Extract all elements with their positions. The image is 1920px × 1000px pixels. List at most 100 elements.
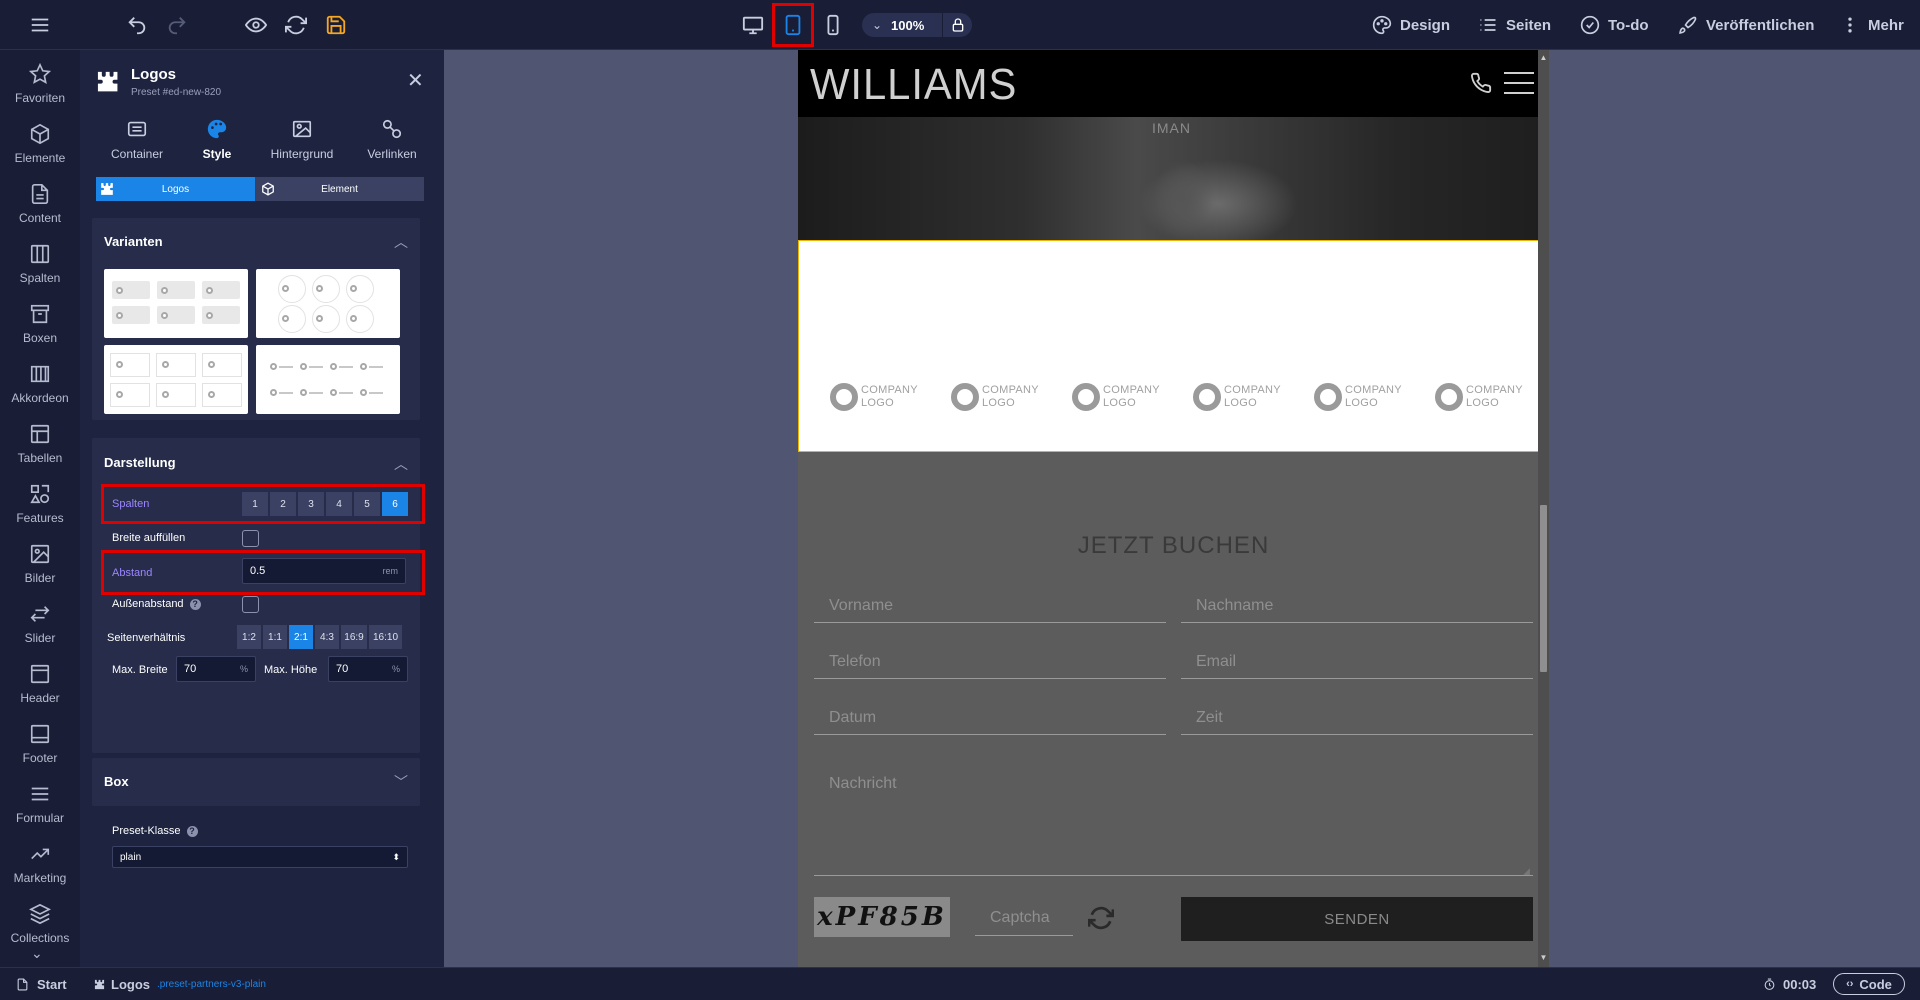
aspect-option-16-9[interactable]: 16:9	[341, 625, 367, 649]
variant-bordered[interactable]	[104, 345, 248, 414]
rail-item-formular[interactable]: Formular	[0, 777, 80, 837]
phone-icon[interactable]	[1470, 72, 1492, 94]
tab-hintergrund[interactable]: Hintergrund	[252, 118, 352, 161]
variant-circles[interactable]	[256, 269, 400, 338]
variant-grid-boxes[interactable]	[104, 269, 248, 338]
redo-icon[interactable]	[162, 0, 192, 50]
desktop-view-icon[interactable]	[738, 0, 768, 50]
design-menu[interactable]: Design	[1372, 0, 1450, 50]
max-width-input[interactable]: 70 %	[176, 656, 256, 682]
columns-option-2[interactable]: 2	[270, 492, 296, 516]
more-menu[interactable]: Mehr	[1840, 0, 1904, 50]
columns-label: Spalten	[112, 498, 150, 510]
chevron-up-icon[interactable]: ︿	[394, 232, 408, 252]
columns-option-1[interactable]: 1	[242, 492, 268, 516]
scroll-up-icon[interactable]: ▲	[1538, 53, 1549, 62]
tab-verlinken[interactable]: Verlinken	[352, 118, 432, 161]
rail-item-tabellen[interactable]: Tabellen	[0, 417, 80, 477]
mobile-view-icon[interactable]	[818, 0, 848, 50]
company-logo-6[interactable]: COMPANY LOGO	[1435, 382, 1530, 412]
save-icon[interactable]	[321, 0, 351, 50]
spacing-input[interactable]: 0.5 rem	[242, 558, 406, 584]
menu-icon[interactable]	[25, 0, 55, 50]
page-icon	[17, 978, 28, 991]
rail-item-boxen[interactable]: Boxen	[0, 297, 80, 357]
message-textarea[interactable]: Nachricht	[814, 758, 1533, 876]
breadcrumb-start[interactable]: Start	[37, 977, 67, 992]
pages-menu[interactable]: Seiten	[1478, 0, 1551, 50]
close-icon[interactable]: ✕	[407, 68, 424, 93]
preview-scrollbar-track[interactable]: ▲ ▼	[1538, 50, 1549, 967]
cube-icon	[30, 123, 50, 145]
segment-logos[interactable]: Logos	[96, 177, 255, 201]
archive-box-icon	[30, 304, 50, 324]
site-brand[interactable]: WILLIAMS	[810, 60, 1017, 110]
company-logo-1[interactable]: COMPANY LOGO	[830, 382, 925, 412]
rail-item-spalten[interactable]: Spalten	[0, 237, 80, 297]
scroll-down-icon[interactable]: ▼	[1538, 953, 1549, 962]
rail-item-slider[interactable]: Slider	[0, 597, 80, 657]
code-button[interactable]: ‹› Code	[1833, 973, 1905, 995]
columns-option-4[interactable]: 4	[326, 492, 352, 516]
logos-section[interactable]	[798, 240, 1549, 452]
company-logo-4[interactable]: COMPANY LOGO	[1193, 382, 1288, 412]
refresh-captcha-icon[interactable]	[1088, 905, 1114, 931]
company-logo-5[interactable]: COMPANY LOGO	[1314, 382, 1409, 412]
aspect-option-1-1[interactable]: 1:1	[263, 625, 287, 649]
company-logo-2[interactable]: COMPANY LOGO	[951, 382, 1046, 412]
preview-eye-icon[interactable]	[241, 0, 271, 50]
rail-item-header[interactable]: Header	[0, 657, 80, 717]
rail-item-features[interactable]: Features	[0, 477, 80, 537]
date-input[interactable]: Datum	[814, 701, 1166, 735]
resize-handle-icon[interactable]: ◢	[1523, 866, 1530, 877]
todo-menu[interactable]: To-do	[1580, 0, 1649, 50]
preset-class-select[interactable]: plain ⬍	[112, 846, 408, 868]
lastname-input[interactable]: Nachname	[1181, 589, 1533, 623]
status-bar: Start Logos .preset-partners-v3-plain 00…	[0, 967, 1920, 1000]
segment-element[interactable]: Element	[255, 177, 424, 201]
rail-item-akkordeon[interactable]: Akkordeon	[0, 357, 80, 417]
submit-button[interactable]: SENDEN	[1181, 897, 1533, 941]
breadcrumb-logos[interactable]: Logos	[111, 977, 150, 992]
tab-style[interactable]: Style	[182, 118, 252, 161]
rail-item-footer[interactable]: Footer	[0, 717, 80, 777]
tab-container[interactable]: Container	[102, 118, 172, 161]
variant-plain[interactable]	[256, 345, 400, 414]
outer-spacing-checkbox[interactable]	[242, 596, 259, 613]
company-logo-3[interactable]: COMPANY LOGO	[1072, 382, 1167, 412]
rail-item-marketing[interactable]: Marketing	[0, 837, 80, 897]
publish-menu[interactable]: Veröffentlichen	[1678, 0, 1814, 50]
rail-item-favoriten[interactable]: Favoriten	[0, 57, 80, 117]
aspect-option-1-2[interactable]: 1:2	[237, 625, 261, 649]
firstname-input[interactable]: Vorname	[814, 589, 1166, 623]
rail-item-content[interactable]: Content	[0, 177, 80, 237]
columns-option-3[interactable]: 3	[298, 492, 324, 516]
columns-option-6[interactable]: 6	[382, 492, 408, 516]
box-section[interactable]: Box ﹀	[92, 758, 420, 806]
chevron-up-icon[interactable]: ︿	[394, 454, 408, 474]
aspect-option-16-10[interactable]: 16:10	[369, 625, 402, 649]
preview-scrollbar-thumb[interactable]	[1540, 505, 1547, 672]
zoom-control[interactable]: ⌄ 100%	[862, 13, 972, 37]
columns-option-5[interactable]: 5	[354, 492, 380, 516]
help-icon[interactable]: ?	[186, 826, 198, 837]
hamburger-menu-icon[interactable]	[1504, 70, 1534, 96]
time-input[interactable]: Zeit	[1181, 701, 1533, 735]
aspect-option-4-3[interactable]: 4:3	[315, 625, 339, 649]
help-icon[interactable]: ?	[189, 599, 201, 610]
captcha-input[interactable]: Captcha	[975, 900, 1073, 936]
star-icon	[29, 63, 51, 84]
rail-item-elemente[interactable]: Elemente	[0, 117, 80, 177]
undo-icon[interactable]	[122, 0, 152, 50]
lock-icon[interactable]	[950, 17, 966, 33]
refresh-icon[interactable]	[281, 0, 311, 50]
phone-input[interactable]: Telefon	[814, 645, 1166, 679]
email-input[interactable]: Email	[1181, 645, 1533, 679]
hero-image: IMAN	[798, 117, 1549, 249]
rail-scroll-down-icon[interactable]: ⌄	[31, 945, 43, 962]
captcha-image: xPF85B	[814, 897, 950, 937]
fill-width-checkbox[interactable]	[242, 530, 259, 547]
rail-item-bilder[interactable]: Bilder	[0, 537, 80, 597]
aspect-option-2-1[interactable]: 2:1	[289, 625, 313, 649]
max-height-input[interactable]: 70 %	[328, 656, 408, 682]
